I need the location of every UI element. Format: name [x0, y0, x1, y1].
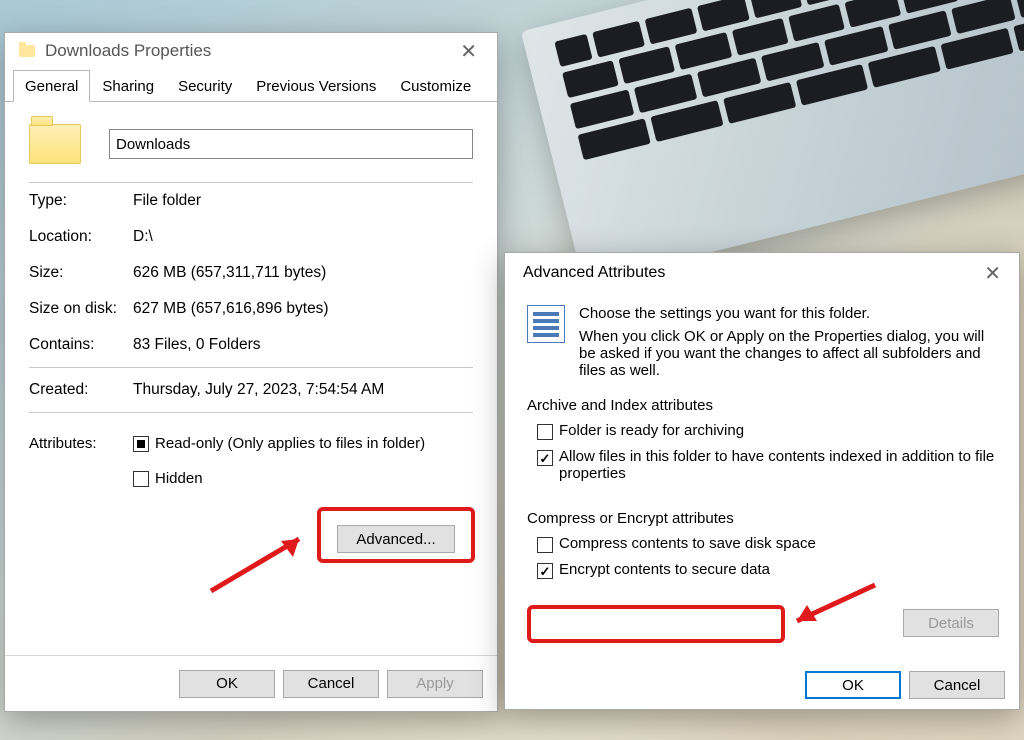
annotation-arrow-to-encrypt [783, 579, 883, 635]
archive-label: Folder is ready for archiving [559, 422, 744, 439]
index-label: Allow files in this folder to have conte… [559, 448, 1001, 482]
close-icon[interactable]: ✕ [978, 261, 1007, 286]
advanced-titlebar[interactable]: Advanced Attributes ✕ [505, 253, 1019, 293]
contains-label: Contains: [29, 336, 133, 354]
hidden-checkbox[interactable] [133, 471, 149, 487]
ok-button[interactable]: OK [179, 670, 275, 698]
attributes-label: Attributes: [29, 435, 133, 452]
annotation-encrypt-highlight [527, 605, 785, 643]
location-value: D:\ [133, 228, 473, 246]
hidden-label: Hidden [155, 470, 203, 487]
readonly-label: Read-only (Only applies to files in fold… [155, 435, 425, 452]
size-label: Size: [29, 264, 133, 282]
sizeondisk-value: 627 MB (657,616,896 bytes) [133, 300, 473, 318]
apply-button[interactable]: Apply [387, 670, 483, 698]
archive-checkbox[interactable] [537, 424, 553, 440]
index-checkbox[interactable] [537, 450, 553, 466]
contains-value: 83 Files, 0 Folders [133, 336, 473, 354]
readonly-checkbox[interactable] [133, 436, 149, 452]
tab-security[interactable]: Security [166, 70, 244, 102]
created-value: Thursday, July 27, 2023, 7:54:54 AM [133, 381, 473, 399]
advanced-title: Advanced Attributes [523, 264, 665, 282]
cancel-button[interactable]: Cancel [283, 670, 379, 698]
advanced-footer: OK Cancel [505, 661, 1019, 709]
advanced-intro-2: When you click OK or Apply on the Proper… [579, 328, 1001, 379]
tab-customize[interactable]: Customize [388, 70, 483, 102]
section-compress-title: Compress or Encrypt attributes [527, 510, 1001, 527]
properties-window: Downloads Properties ✕ General Sharing S… [4, 32, 498, 712]
compress-label: Compress contents to save disk space [559, 535, 816, 552]
encrypt-checkbox[interactable] [537, 563, 553, 579]
type-label: Type: [29, 192, 133, 210]
properties-tabs: General Sharing Security Previous Versio… [5, 69, 497, 102]
tab-general[interactable]: General [13, 70, 90, 102]
compress-checkbox[interactable] [537, 537, 553, 553]
advanced-button[interactable]: Advanced... [337, 525, 455, 553]
size-value: 626 MB (657,311,711 bytes) [133, 264, 473, 282]
ok-button[interactable]: OK [805, 671, 901, 699]
laptop-decoration [521, 0, 1024, 284]
folder-large-icon [29, 124, 81, 164]
tab-previous-versions[interactable]: Previous Versions [244, 70, 388, 102]
tab-sharing[interactable]: Sharing [90, 70, 166, 102]
created-label: Created: [29, 381, 133, 399]
type-value: File folder [133, 192, 473, 210]
sizeondisk-label: Size on disk: [29, 300, 133, 318]
properties-titlebar[interactable]: Downloads Properties ✕ [5, 33, 497, 69]
advanced-intro-1: Choose the settings you want for this fo… [579, 305, 1001, 322]
advanced-attributes-window: Advanced Attributes ✕ Choose the setting… [504, 252, 1020, 710]
section-archive-title: Archive and Index attributes [527, 397, 1001, 414]
encrypt-label: Encrypt contents to secure data [559, 561, 770, 578]
annotation-arrow-to-advanced [203, 527, 323, 599]
location-label: Location: [29, 228, 133, 246]
properties-footer: OK Cancel Apply [5, 655, 497, 711]
close-icon[interactable]: ✕ [454, 39, 483, 64]
cancel-button[interactable]: Cancel [909, 671, 1005, 699]
attributes-icon [527, 305, 565, 343]
folder-icon [19, 45, 35, 57]
window-title: Downloads Properties [45, 41, 211, 61]
desktop-background: Downloads Properties ✕ General Sharing S… [0, 0, 1024, 740]
folder-name-input[interactable] [109, 129, 473, 159]
details-button[interactable]: Details [903, 609, 999, 637]
